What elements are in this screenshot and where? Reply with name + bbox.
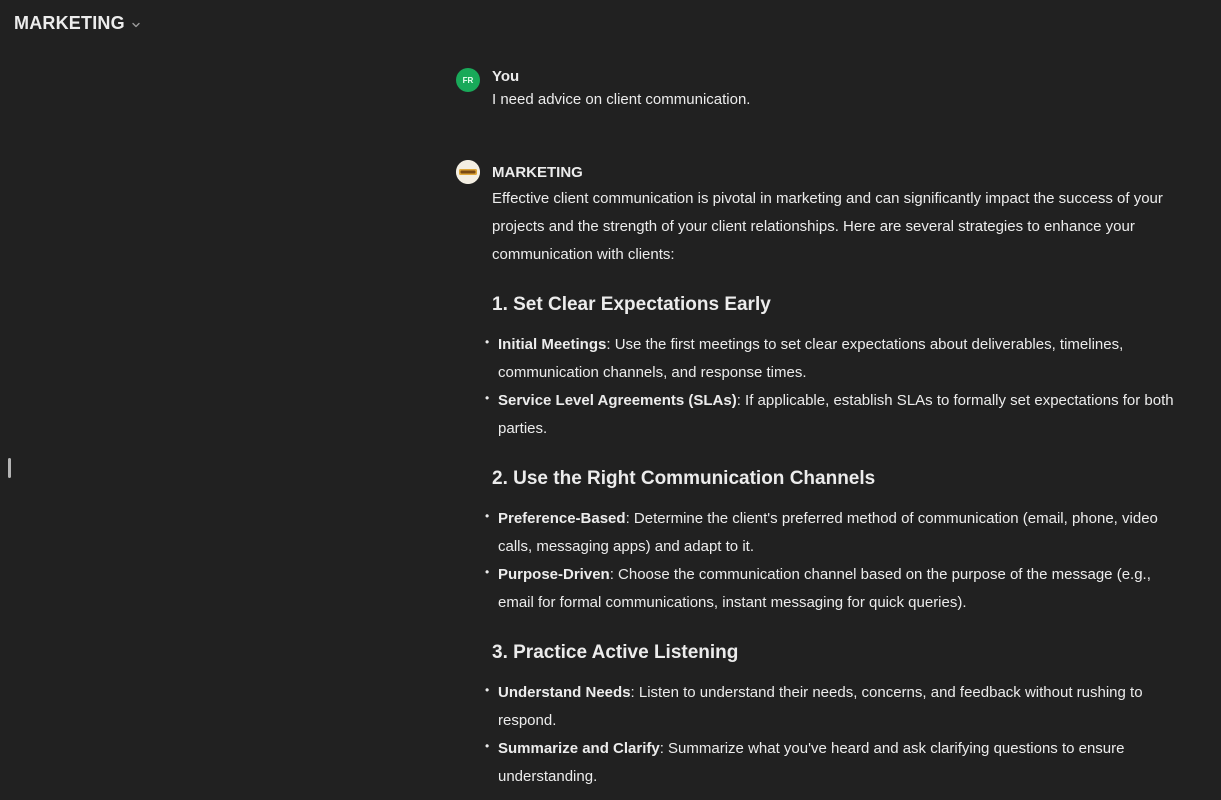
marketing-logo-icon (456, 160, 480, 184)
list-item-label: Understand Needs (498, 684, 631, 701)
message-author: You (492, 68, 520, 85)
list-item-label: Preference-Based (498, 510, 626, 527)
user-avatar: FR (456, 68, 480, 92)
section-list: • Initial Meetings: Use the first meeting… (485, 331, 1186, 443)
bullet-icon: • (485, 335, 490, 349)
list-item-label: Service Level Agreements (SLAs) (498, 392, 737, 409)
section-heading: 2. Use the Right Communication Channels (492, 468, 876, 489)
message-sections: 1. Set Clear Expectations Early • Initial … (485, 291, 1186, 791)
bullet-icon: • (485, 391, 490, 405)
model-selector[interactable]: MARKETING (14, 13, 141, 34)
assistant-message: MARKETING Effective client communication… (456, 160, 1186, 791)
bullet-icon: • (485, 565, 490, 579)
bullet-icon: • (485, 683, 490, 697)
section-list: • Preference-Based: Determine the client'… (485, 505, 1186, 617)
assistant-avatar (456, 160, 480, 184)
list-item: • Purpose-Driven: Choose the communicatio… (485, 561, 1186, 617)
message-text: I need advice on client communication. (492, 91, 751, 108)
message-author: MARKETING (492, 164, 583, 181)
list-item: • Initial Meetings: Use the first meeting… (485, 331, 1186, 387)
list-item-label: Initial Meetings (498, 336, 607, 353)
list-item: • Understand Needs: Listen to understand … (485, 679, 1186, 735)
list-item: • Service Level Agreements (SLAs): If app… (485, 387, 1186, 443)
sidebar-resize-handle[interactable] (8, 458, 11, 478)
list-item-label: Summarize and Clarify (498, 740, 660, 757)
user-message: FR You I need advice on client communica… (456, 66, 1186, 112)
section-heading: 3. Practice Active Listening (492, 642, 739, 663)
section-heading: 1. Set Clear Expectations Early (492, 294, 771, 315)
bullet-icon: • (485, 739, 490, 753)
chevron-down-icon (132, 22, 140, 27)
list-item: • Summarize and Clarify: Summarize what y… (485, 735, 1186, 791)
message-intro: Effective client communication is pivota… (492, 190, 1163, 263)
list-item: • Preference-Based: Determine the client'… (485, 505, 1186, 561)
app-title: MARKETING (14, 13, 125, 33)
conversation-thread: FR You I need advice on client communica… (456, 66, 1186, 791)
section-list: • Understand Needs: Listen to understand … (485, 679, 1186, 791)
list-item-label: Purpose-Driven (498, 566, 610, 583)
bullet-icon: • (485, 509, 490, 523)
